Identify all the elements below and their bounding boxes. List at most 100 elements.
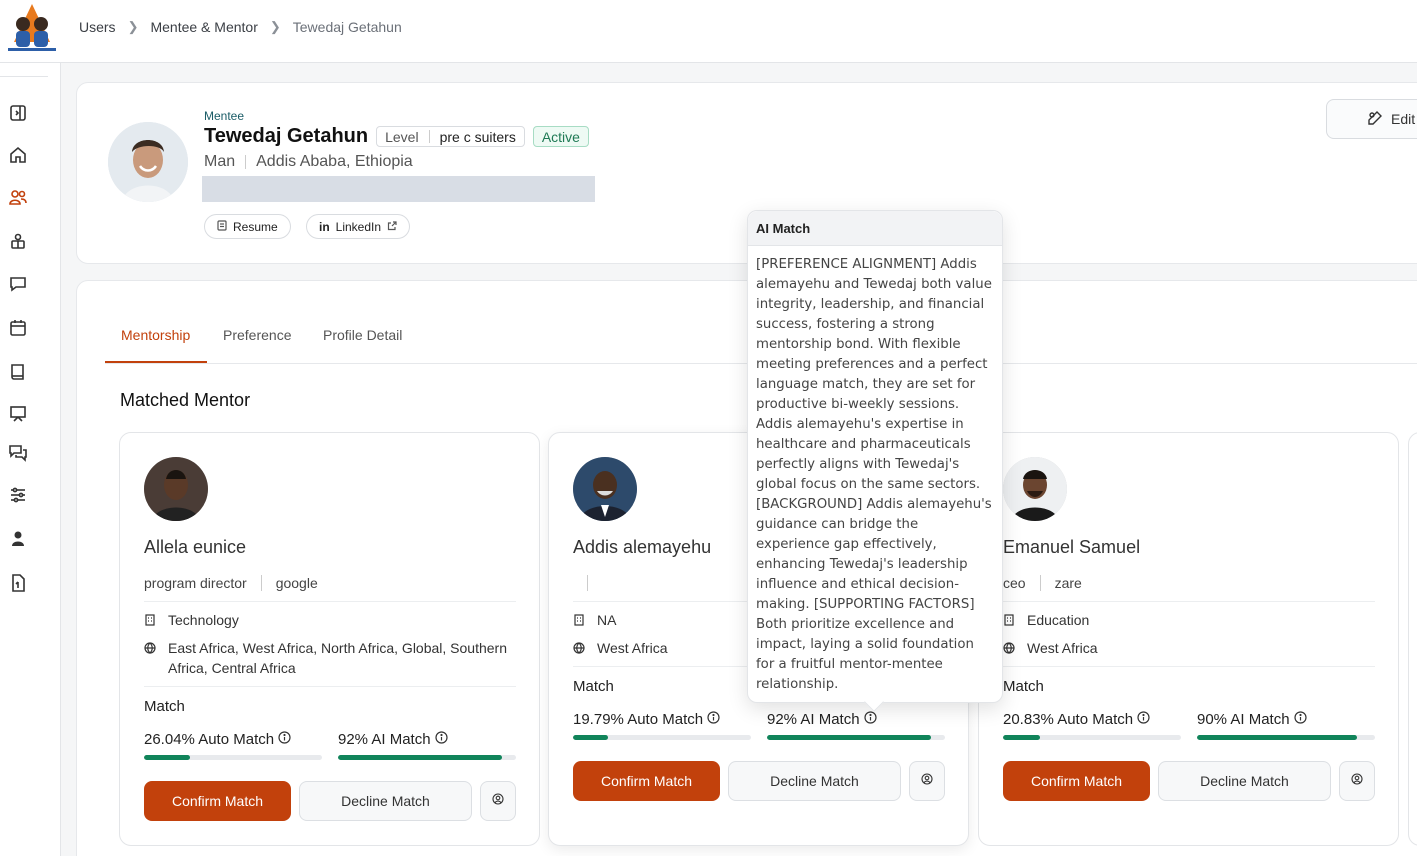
view-profile-button[interactable] <box>480 781 516 821</box>
globe-icon <box>1003 638 1017 658</box>
ai-match-bar-fill <box>1197 735 1358 740</box>
level-badge: Level pre c suiters <box>376 126 525 147</box>
confirm-match-button[interactable]: Confirm Match <box>144 781 291 821</box>
linkedin-button[interactable]: in LinkedIn <box>306 214 411 239</box>
mentor-title: program director <box>144 575 247 591</box>
settings-sliders-icon[interactable] <box>8 485 28 505</box>
chat-icon[interactable] <box>8 274 28 294</box>
ai-match-text: 92% AI Match <box>338 731 431 748</box>
auto-match: 20.83% Auto Match <box>1003 711 1150 728</box>
mentor-industry: Technology <box>144 610 516 630</box>
ai-match-bar-fill <box>338 755 502 760</box>
decline-match-button[interactable]: Decline Match <box>299 781 472 821</box>
book-icon[interactable] <box>8 362 28 382</box>
confirm-match-button[interactable]: Confirm Match <box>1003 761 1150 801</box>
divider <box>587 575 588 591</box>
info-icon[interactable] <box>863 711 877 728</box>
home-icon[interactable] <box>8 145 28 165</box>
info-icon[interactable] <box>278 731 291 748</box>
decline-match-button[interactable]: Decline Match <box>728 761 901 801</box>
mentor-card <box>1408 432 1417 846</box>
ai-match: 90% AI Match <box>1197 711 1307 728</box>
messages-icon[interactable] <box>8 443 28 463</box>
collapse-sidebar-icon[interactable] <box>8 103 28 123</box>
divider <box>144 601 516 602</box>
edit-label: Edit <box>1391 111 1416 127</box>
active-tab-indicator <box>105 361 207 363</box>
mentorship-icon[interactable] <box>8 231 28 251</box>
breadcrumb-users[interactable]: Users <box>79 19 116 35</box>
auto-match-bar <box>573 735 751 740</box>
mentor-name: Addis alemayehu <box>573 537 712 557</box>
divider <box>1003 666 1375 667</box>
top-bar: Users ❯ Mentee & Mentor ❯ Tewedaj Getahu… <box>0 0 1417 63</box>
industry-text: Technology <box>168 612 239 628</box>
person-icon[interactable] <box>8 529 28 549</box>
auto-match-bar-fill <box>144 755 191 760</box>
industry-text: NA <box>597 612 617 628</box>
view-profile-button[interactable] <box>1339 761 1375 801</box>
edit-icon <box>1367 110 1383 129</box>
tab-mentorship[interactable]: Mentorship <box>121 327 190 343</box>
info-icon[interactable] <box>1137 711 1150 728</box>
name-row: Tewedaj Getahun Level pre c suiters Acti… <box>204 125 589 148</box>
tab-profile-detail[interactable]: Profile Detail <box>323 327 402 343</box>
ai-match: 92% AI Match <box>338 731 448 748</box>
external-link-icon <box>387 220 397 234</box>
auto-match-text: 19.79% Auto Match <box>573 711 704 728</box>
auto-match-bar <box>1003 735 1181 740</box>
location: Addis Ababa, Ethiopia <box>256 153 413 170</box>
breadcrumb-mentee-mentor[interactable]: Mentee & Mentor <box>150 19 257 35</box>
divider <box>245 155 247 169</box>
info-icon[interactable] <box>434 731 448 748</box>
tab-preference[interactable]: Preference <box>223 327 291 343</box>
info-icon[interactable] <box>1293 711 1307 728</box>
status-badge: Active <box>532 126 589 147</box>
ai-match-bar-fill <box>767 735 931 740</box>
user-circle-icon <box>492 792 504 810</box>
app-logo[interactable] <box>4 2 60 54</box>
breadcrumb-current: Tewedaj Getahun <box>292 19 402 35</box>
globe-icon <box>573 638 587 658</box>
calendar-icon[interactable] <box>8 318 28 338</box>
gender: Man <box>204 153 236 170</box>
edit-button[interactable]: Edit <box>1326 99 1417 139</box>
industry-text: Education <box>1027 612 1090 628</box>
regions-text: West Africa <box>597 640 668 656</box>
mentor-role <box>573 575 602 591</box>
building-icon <box>1003 610 1017 630</box>
info-icon[interactable] <box>707 711 720 728</box>
view-profile-button[interactable] <box>909 761 945 801</box>
user-circle-icon <box>921 772 933 790</box>
mentor-company: google <box>275 575 318 591</box>
linkedin-label: LinkedIn <box>335 219 382 234</box>
resume-label: Resume <box>233 219 278 234</box>
mentor-card: Allela eunice program director google Te… <box>119 432 540 846</box>
auto-match: 19.79% Auto Match <box>573 711 720 728</box>
match-label: Match <box>144 698 185 715</box>
mentor-title: ceo <box>1003 575 1026 591</box>
mentor-role: ceo zare <box>1003 575 1082 591</box>
mentor-name: Emanuel Samuel <box>1003 537 1141 557</box>
document-icon[interactable] <box>8 573 28 593</box>
sidebar <box>0 63 61 856</box>
redacted-block <box>202 176 595 202</box>
report-icon[interactable] <box>8 404 28 424</box>
mentor-regions: West Africa <box>1003 638 1375 658</box>
mentor-card: Emanuel Samuel ceo zare Education West A… <box>978 432 1399 846</box>
users-icon[interactable] <box>8 187 28 207</box>
auto-match-bar-fill <box>1003 735 1041 740</box>
chevron-right-icon: ❯ <box>127 19 139 34</box>
decline-match-button[interactable]: Decline Match <box>1158 761 1331 801</box>
tooltip-body: [PREFERENCE ALIGNMENT] Addis alemayehu a… <box>756 257 992 692</box>
user-circle-icon <box>1351 772 1363 790</box>
mentor-industry: Education <box>1003 610 1375 630</box>
confirm-match-button[interactable]: Confirm Match <box>573 761 720 801</box>
divider <box>1039 575 1041 591</box>
ai-match-bar <box>338 755 516 760</box>
resume-button[interactable]: Resume <box>204 214 291 239</box>
match-label: Match <box>1003 678 1044 695</box>
ai-match-text: 90% AI Match <box>1197 711 1290 728</box>
globe-icon <box>144 638 158 658</box>
file-icon <box>217 219 227 234</box>
